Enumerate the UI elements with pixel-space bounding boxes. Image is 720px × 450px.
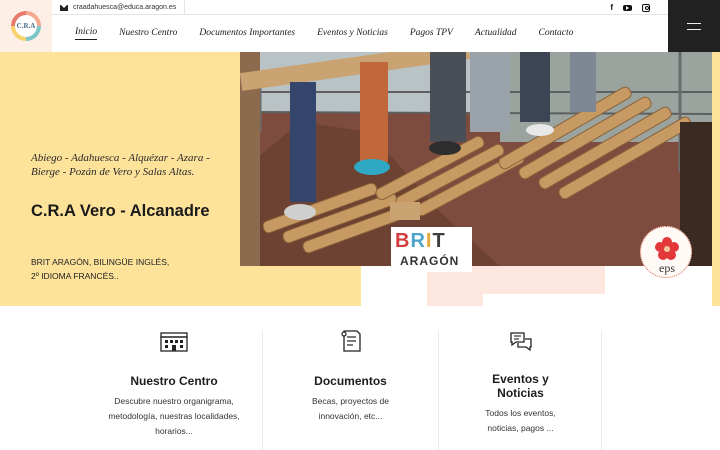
feature-description: Todos los eventos, noticias, pagos ... [439,406,602,436]
feature-description-line: Becas, proyectos de [311,396,389,406]
brit-aragon-logo[interactable]: BRIT ARAGÓN [391,227,472,272]
hamburger-menu-button[interactable] [668,0,720,52]
youtube-icon[interactable] [623,4,632,11]
hero-school-name: C.R.A Vero - Alcanadre [31,202,210,220]
eps-logo[interactable]: eps [640,226,692,278]
hamburger-menu-icon-line [687,28,701,30]
nav-item-actualidad[interactable]: Actualidad [475,28,517,40]
nav-item-contacto[interactable]: Contacto [539,28,574,40]
instagram-icon[interactable] [642,3,650,12]
building-icon [160,332,188,352]
nav-item-documentos-importantes[interactable]: Documentos Importantes [199,28,295,40]
hero-languages-line1: BRIT ARAGÓN, BILINGÜE INGLÉS, [31,257,170,267]
feature-title-line2: Noticias [497,386,544,400]
site-logo[interactable]: C.R.A [0,0,52,52]
email-text[interactable]: craadahuesca@educa.aragon.es [73,4,176,11]
feature-description-line: Todos los eventos, [485,408,556,418]
nav-item-nuestro-centro[interactable]: Nuestro Centro [119,28,177,40]
feature-description-line: Descubre nuestro organigrama, [114,396,234,406]
brit-logo-region: ARAGÓN [400,254,460,268]
contact-email[interactable]: craadahuesca@educa.aragon.es [60,0,186,15]
feature-card-nuestro-centro[interactable]: Nuestro Centro Descubre nuestro organigr… [86,330,262,450]
features-section: Nuestro Centro Descubre nuestro organigr… [0,306,720,450]
feature-title: Nuestro Centro [130,374,218,388]
chat-bubbles-icon [509,332,532,352]
facebook-icon[interactable]: f [610,3,613,12]
feature-description-line: noticias, pagos ... [487,423,554,433]
top-bar: craadahuesca@educa.aragon.es f [52,0,668,15]
hero-languages-line2: 2º IDIOMA FRANCÉS.. [31,271,119,281]
nav-item-pagos-tpv[interactable]: Pagos TPV [410,28,453,40]
brit-logo-word: BRIT [395,230,446,252]
card-divider [601,330,602,450]
hero-right-strip [712,52,720,306]
eps-logo-text: eps [659,261,675,275]
social-links: f [610,0,650,15]
feature-title: Documentos [314,374,387,388]
feature-description-line: innovación, etc... [318,411,383,421]
feature-card-eventos-noticias[interactable]: Eventos y Noticias Todos los eventos, no… [439,330,602,450]
main-nav: Inicio Nuestro Centro Documentos Importa… [52,15,668,52]
nav-item-eventos-y-noticias[interactable]: Eventos y Noticias [317,28,388,40]
hamburger-menu-icon [687,22,701,24]
feature-description-line: metodología, nuestras localidades, [108,411,240,421]
feature-description-line: horarios... [155,426,193,436]
hero-photo [240,52,712,266]
feature-card-documentos[interactable]: Documentos Becas, proyectos de innovació… [263,330,438,450]
hero-languages: BRIT ARAGÓN, BILINGÜE INGLÉS, 2º IDIOMA … [31,255,231,283]
document-list-icon [340,330,361,352]
hero-photo-illustration [240,52,712,266]
feature-description: Descubre nuestro organigrama, metodologí… [86,394,262,439]
mail-icon [60,4,68,11]
logo-text: C.R.A [15,15,37,37]
feature-title: Eventos y [492,372,549,386]
feature-description: Becas, proyectos de innovación, etc... [263,394,438,424]
flower-icon [655,237,679,260]
decorative-block-inner [483,294,605,306]
nav-item-inicio[interactable]: Inicio [75,27,98,40]
feature-title-wrap: Eventos y Noticias [439,372,602,400]
logo-mark: C.R.A [11,11,41,41]
